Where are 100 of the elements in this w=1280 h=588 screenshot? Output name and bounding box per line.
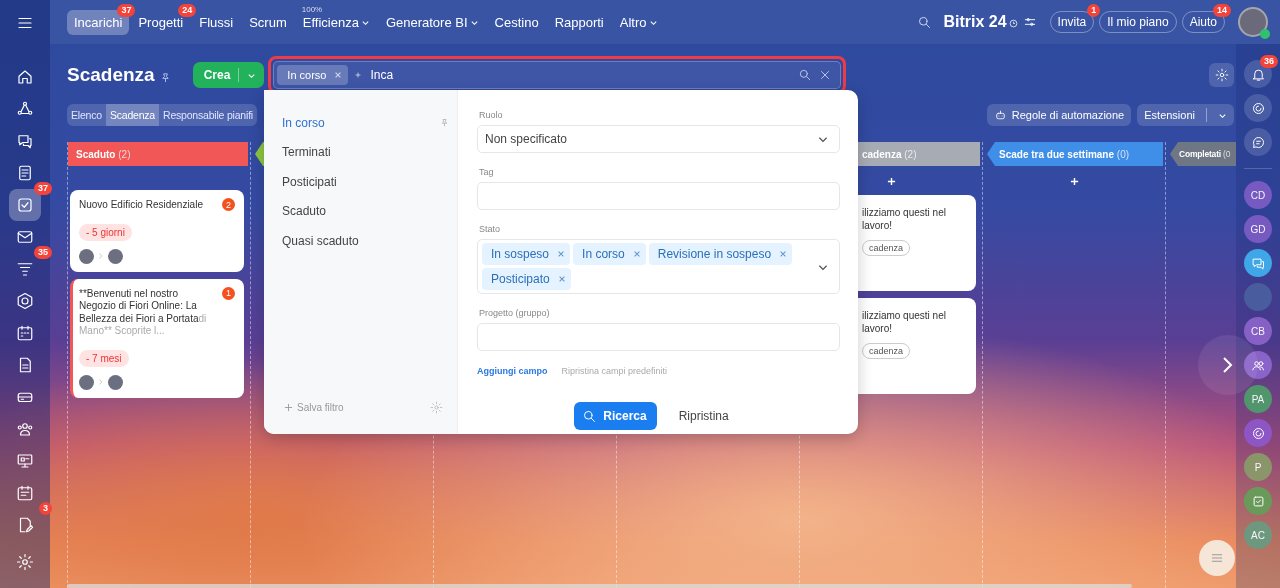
task-title[interactable]: ilizziamo questi nel lavoro! (862, 310, 968, 335)
document-icon (16, 164, 34, 182)
view-tab[interactable]: Responsabile pianifi (159, 104, 257, 126)
user-avatar[interactable] (1238, 7, 1268, 37)
nav-tab[interactable]: Generatore BI (378, 9, 486, 35)
calendar-list-icon (16, 484, 34, 502)
nav-tab[interactable]: Cestino (487, 9, 546, 35)
chat-bubble-icon (1250, 134, 1266, 150)
automation-button[interactable]: Regole di automazione (986, 104, 1132, 126)
deadline-badge: - 7 mesi (79, 349, 129, 367)
dropdown-field[interactable]: Non specificato (477, 125, 840, 153)
nav-tab[interactable]: Rapporti (547, 9, 611, 35)
task-card[interactable]: Nuovo Edificio Residenziale 2 - 5 giorni (70, 190, 244, 272)
spiral-icon (1250, 425, 1266, 441)
scrollbar[interactable] (67, 584, 1132, 588)
user-avatar (79, 248, 94, 264)
search-button[interactable]: Ricerca (574, 402, 657, 430)
search-icon[interactable] (917, 14, 933, 30)
search-bar[interactable]: In corso Inca (273, 61, 842, 89)
sidebar-item[interactable] (1244, 249, 1272, 277)
close-icon[interactable] (557, 250, 566, 258)
settings-button[interactable] (1209, 63, 1234, 87)
close-icon[interactable] (779, 250, 788, 258)
close-icon[interactable] (632, 250, 641, 258)
chevron-icon (97, 252, 105, 260)
sidebar-item[interactable] (9, 189, 41, 221)
plus-icon[interactable] (1069, 177, 1079, 186)
status-chip[interactable]: Revisione in sospeso (648, 243, 793, 265)
filter-chip[interactable]: In corso (277, 65, 349, 85)
clock-icon (1008, 19, 1018, 28)
percent-caption: 100% (301, 4, 323, 14)
multiselect-field[interactable]: In sospeso In corso Revisione in sospeso Posticipato (477, 239, 840, 294)
add-field-link[interactable]: Aggiungi campo (477, 366, 548, 376)
nav-tab[interactable]: Scrum (242, 9, 294, 35)
bell-icon (1250, 66, 1266, 82)
task-title[interactable]: ilizziamo questi nel lavoro! (862, 207, 968, 232)
nav-tab[interactable]: Altro (612, 9, 665, 35)
count-badge: 37 (117, 3, 136, 17)
count-badge: 1 (222, 286, 235, 300)
field-label: Ruolo (479, 110, 504, 120)
nodes-icon (16, 100, 34, 118)
count-badge: 36 (1260, 55, 1278, 68)
chat-avatar[interactable]: CD (1244, 181, 1272, 209)
search-input[interactable]: Inca (368, 67, 793, 83)
spiral-icon (1250, 100, 1266, 116)
sidebar-item[interactable] (1244, 351, 1272, 379)
chat-icon (1250, 255, 1266, 271)
sidebar-item[interactable] (1244, 94, 1272, 122)
view-tab[interactable]: Scadenza (105, 104, 159, 126)
count-badge: 3 (39, 502, 52, 515)
sidebar-item[interactable] (1244, 60, 1272, 88)
close-icon[interactable] (557, 275, 566, 283)
sidebar-item[interactable] (1244, 419, 1272, 447)
settings-icon (16, 553, 34, 571)
plus-icon (354, 71, 363, 79)
view-tab[interactable]: Elenco (67, 104, 106, 126)
plus-icon[interactable] (886, 177, 896, 186)
filter-preset[interactable]: Terminati (282, 137, 457, 167)
status-chip[interactable]: In corso (573, 243, 646, 265)
mail-icon (16, 228, 34, 246)
input-field[interactable] (477, 323, 840, 351)
status-chip[interactable]: In sospeso (482, 243, 571, 265)
task-card[interactable]: **Benvenuti nel nostro Negozio di Fiori Online: La Bellezza dei Fiori a Portatadi Mano** Scoprite l... 1 - 7 mesi (70, 278, 244, 398)
settings-icon (1214, 68, 1229, 82)
chat-icon (16, 132, 34, 150)
reset-button[interactable]: Ripristina (674, 402, 733, 430)
sidebar-item[interactable] (1244, 128, 1272, 156)
deadline-badge: - 5 giorni (79, 223, 132, 241)
field-label: Stato (479, 224, 501, 234)
task-title[interactable]: Nuovo Edificio Residenziale (79, 199, 203, 212)
chat-avatar[interactable]: GD (1244, 215, 1272, 243)
filter-preset[interactable]: In corso (282, 108, 457, 138)
filter-preset[interactable]: Quasi scaduto (282, 226, 457, 256)
funnel-icon (16, 260, 34, 278)
filter-preset[interactable]: Scaduto (282, 196, 457, 226)
page-title: Scadenza (67, 64, 155, 86)
status-chip[interactable]: Posticipato (482, 268, 571, 290)
input-field[interactable] (477, 182, 840, 210)
people-icon (16, 420, 34, 438)
search-icon[interactable] (798, 68, 813, 82)
logo[interactable]: Bitrix 24 (943, 13, 1007, 31)
count-badge: 14 (1213, 4, 1231, 17)
chat-avatar[interactable]: CB (1244, 317, 1272, 345)
chevron-icon (97, 378, 105, 386)
search-icon (582, 408, 598, 424)
hexagon-icon (16, 292, 34, 310)
user-avatar (79, 374, 94, 390)
pin-icon[interactable] (159, 71, 171, 83)
stage-header[interactable]: Completati (0 (1170, 142, 1236, 166)
extensions-button[interactable]: Estensioni (1137, 104, 1234, 126)
count-badge: 1 (1087, 4, 1101, 17)
task-title[interactable]: **Benvenuti nel nostro Negozio di Fiori Online: La Bellezza dei Fiori a Portatadi Mano** Scoprite l... (79, 287, 216, 338)
filter-preset[interactable]: Posticipati (282, 167, 457, 197)
count-badge: 24 (178, 3, 197, 17)
sliders-icon[interactable] (1022, 15, 1037, 29)
play-icon (1260, 29, 1270, 39)
home-icon (16, 68, 34, 86)
monitor-icon (16, 452, 34, 470)
plus-icon (284, 403, 293, 412)
field-label: Progetto (gruppo) (479, 308, 551, 318)
